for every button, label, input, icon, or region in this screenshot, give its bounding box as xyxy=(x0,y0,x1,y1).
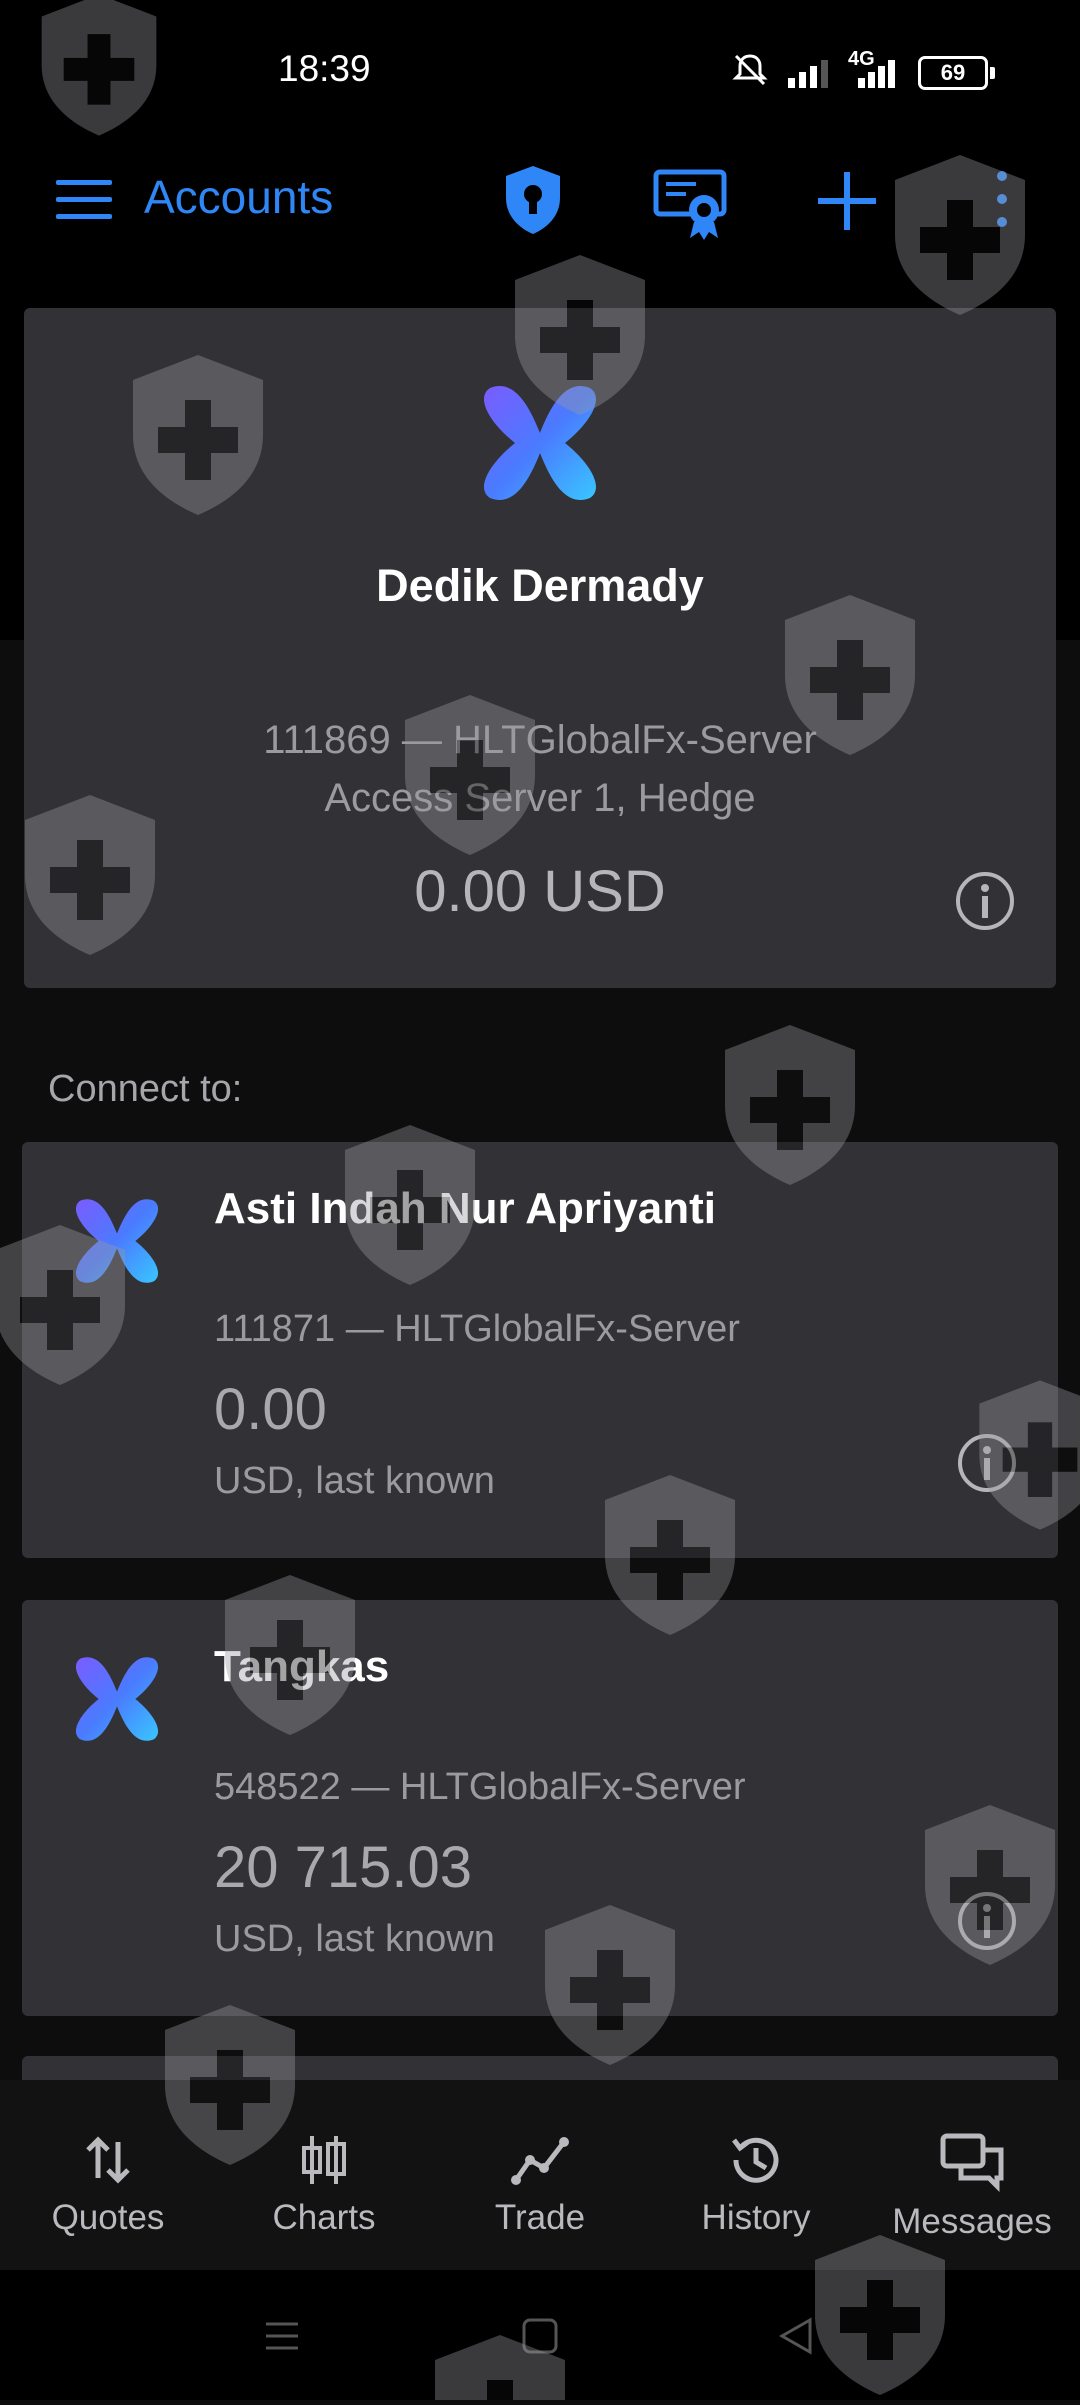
account-card[interactable]: Tangkas 548522 — HLTGlobalFx-Server 20 7… xyxy=(22,1600,1058,2016)
account-card[interactable]: Asti Indah Nur Apriyanti 111871 — HLTGlo… xyxy=(22,1142,1058,1558)
info-icon[interactable] xyxy=(956,1890,1018,1957)
home-icon[interactable] xyxy=(520,2316,560,2361)
status-bar: 18:39 4G 69 xyxy=(0,0,1080,140)
nav-charts[interactable]: Charts xyxy=(216,2080,432,2270)
info-icon[interactable] xyxy=(954,870,1016,937)
nav-messages[interactable]: Messages xyxy=(864,2080,1080,2270)
app-bar: Accounts xyxy=(0,140,1080,270)
active-account-name: Dedik Dermady xyxy=(376,560,704,611)
nav-quotes[interactable]: Quotes xyxy=(0,2080,216,2270)
nav-label: Quotes xyxy=(51,2198,165,2237)
page-title: Accounts xyxy=(144,171,334,223)
account-name: Tangkas xyxy=(214,1642,390,1691)
account-currency-note: USD, last known xyxy=(214,1460,495,1502)
candles-icon xyxy=(302,2136,346,2184)
active-account-card[interactable]: Dedik Dermady 111869 — HLTGlobalFx-Serve… xyxy=(24,308,1056,988)
info-icon[interactable] xyxy=(956,1432,1018,1499)
broker-logo-icon xyxy=(64,1644,170,1754)
system-nav-bar xyxy=(0,2270,1080,2400)
connect-to-label: Connect to: xyxy=(48,1068,243,1110)
active-account-balance: 0.00 USD xyxy=(414,859,666,924)
broker-logo-icon xyxy=(64,1186,170,1296)
chat-bubbles-icon xyxy=(940,2133,1004,2192)
account-balance: 0.00 xyxy=(214,1377,327,1442)
security-shield-icon[interactable] xyxy=(500,162,566,243)
nav-label: Trade xyxy=(494,2198,586,2237)
nav-trade[interactable]: Trade xyxy=(432,2080,648,2270)
signal-4g-icon xyxy=(846,58,896,93)
history-clock-icon xyxy=(732,2137,779,2183)
add-account-icon[interactable] xyxy=(814,168,880,239)
account-server: 548522 — HLTGlobalFx-Server xyxy=(214,1766,746,1808)
nav-history[interactable]: History xyxy=(648,2080,864,2270)
account-balance: 20 715.03 xyxy=(214,1835,473,1900)
active-account-server: 111869 — HLTGlobalFx-Server xyxy=(263,718,817,762)
mute-icon xyxy=(730,52,770,93)
more-options-icon[interactable] xyxy=(992,166,1012,237)
broker-logo-icon xyxy=(470,368,610,518)
signal-icon xyxy=(788,58,830,93)
trend-line-icon xyxy=(511,2137,569,2185)
account-name: Asti Indah Nur Apriyanti xyxy=(214,1184,716,1233)
account-server: 111871 — HLTGlobalFx-Server xyxy=(214,1308,740,1350)
back-icon[interactable] xyxy=(776,2316,816,2361)
status-time: 18:39 xyxy=(278,48,371,89)
menu-icon[interactable] xyxy=(56,180,112,224)
account-currency-note: USD, last known xyxy=(214,1918,495,1960)
arrows-updown-icon xyxy=(86,2136,130,2184)
bottom-nav: Quotes Charts Trade History Messages xyxy=(0,2080,1080,2270)
certificate-icon[interactable] xyxy=(652,162,728,247)
active-account-access: Access Server 1, Hedge xyxy=(324,776,756,820)
battery-icon: 69 xyxy=(918,56,995,90)
nav-label: Charts xyxy=(272,2198,376,2237)
nav-label: History xyxy=(701,2198,811,2237)
recent-apps-icon[interactable] xyxy=(262,2316,302,2361)
nav-label: Messages xyxy=(892,2202,1052,2241)
